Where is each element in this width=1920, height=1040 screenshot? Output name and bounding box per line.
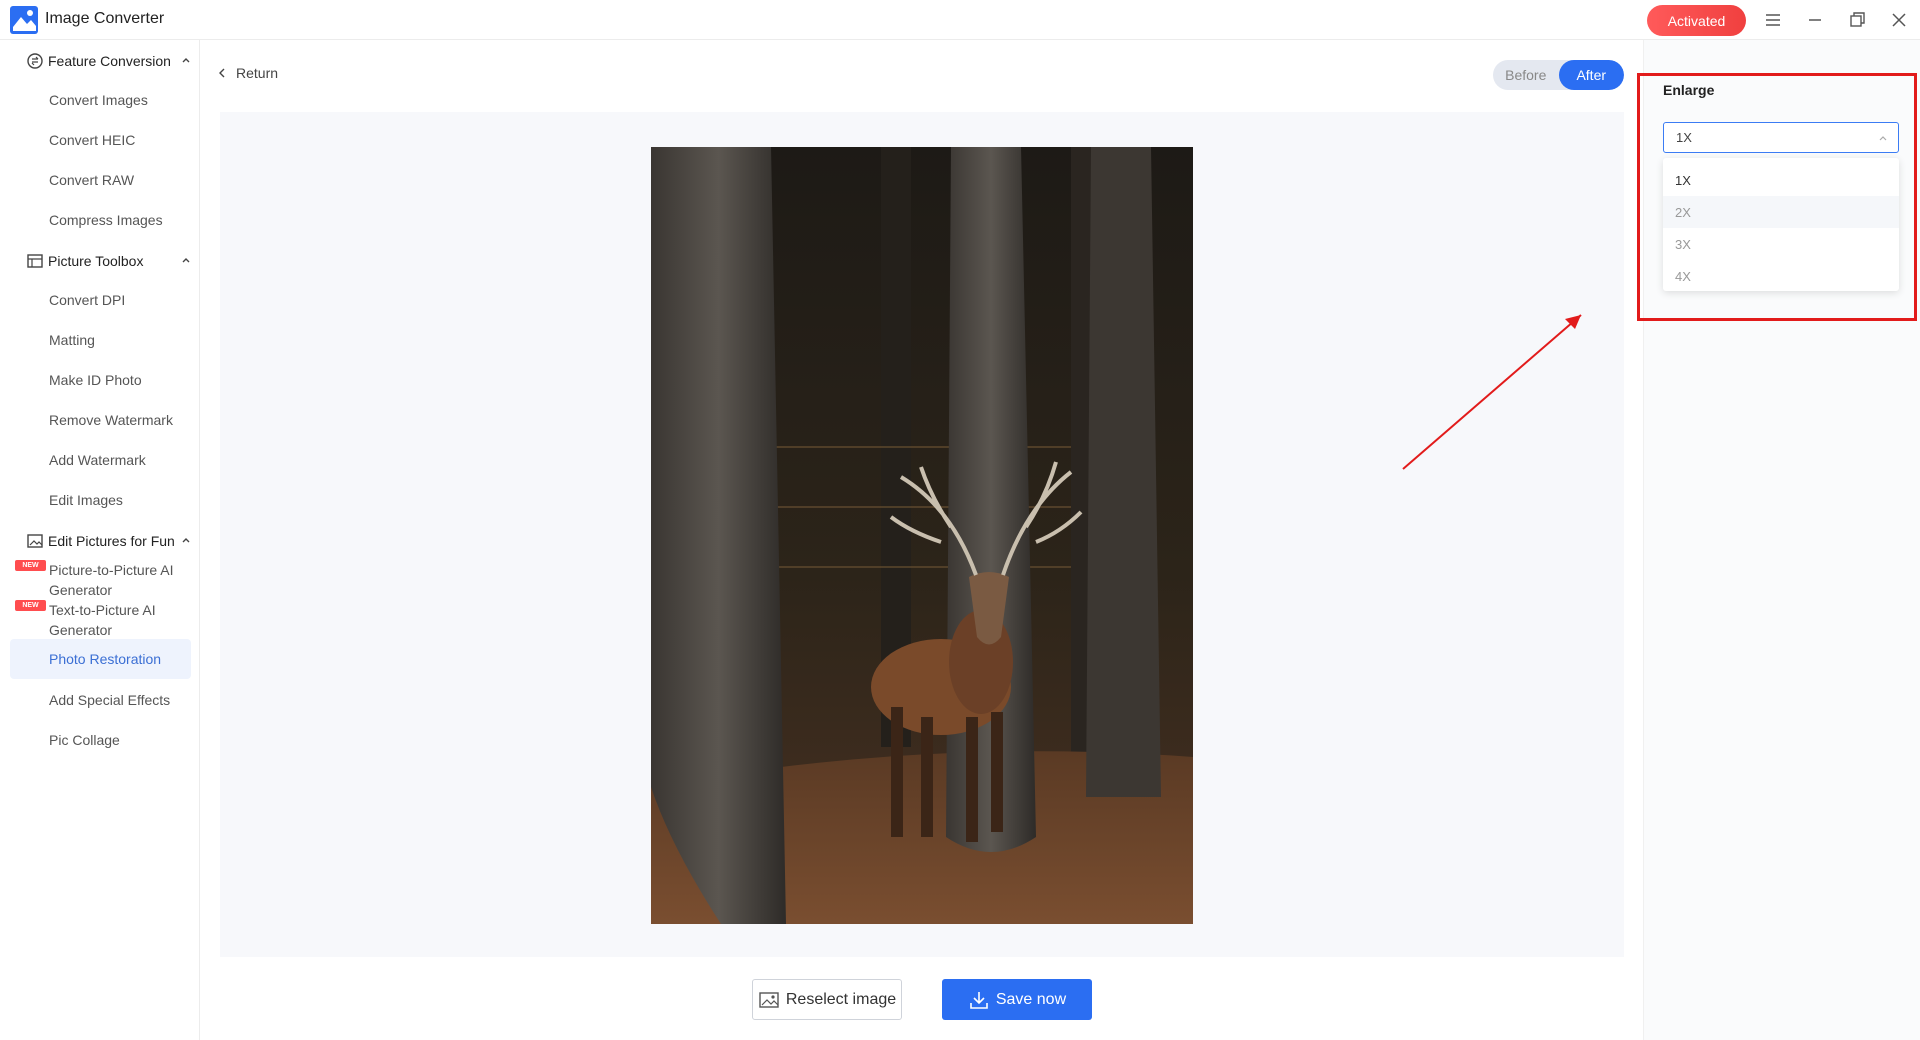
enlarge-option-1x[interactable]: 1X — [1663, 164, 1899, 196]
group-label: Edit Pictures for Fun — [48, 533, 175, 549]
enlarge-option-2x[interactable]: 2X — [1663, 196, 1899, 228]
save-now-button[interactable]: Save now — [942, 979, 1092, 1020]
sidebar-item-pic-collage[interactable]: Pic Collage — [49, 730, 189, 750]
group-picture-toolbox[interactable]: Picture Toolbox — [26, 250, 192, 272]
group-edit-pictures-for-fun[interactable]: Edit Pictures for Fun — [26, 530, 192, 552]
new-badge: NEW — [15, 560, 46, 571]
sidebar-item-text-to-picture-ai[interactable]: Text-to-Picture AI Generator — [49, 600, 189, 640]
restore-icon[interactable] — [1846, 9, 1868, 31]
sidebar-item-compress-images[interactable]: Compress Images — [49, 210, 189, 230]
chevron-up-icon — [182, 538, 190, 543]
reselect-label: Reselect image — [785, 990, 897, 1008]
group-label: Feature Conversion — [48, 53, 171, 69]
close-icon[interactable] — [1888, 9, 1910, 31]
group-label: Picture Toolbox — [48, 253, 144, 269]
app-title: Image Converter — [45, 10, 165, 27]
menu-icon[interactable] — [1762, 9, 1784, 31]
preview-image — [651, 147, 1193, 924]
chevron-up-icon — [182, 258, 190, 263]
app-window: Image Converter Activated Feature Conver… — [0, 0, 1920, 1040]
feature-conversion-icon — [27, 53, 43, 69]
sidebar-item-convert-dpi[interactable]: Convert DPI — [49, 290, 189, 310]
picture-toolbox-icon — [27, 254, 43, 268]
sidebar: Feature Conversion Convert Images Conver… — [0, 40, 200, 1040]
sidebar-item-edit-images[interactable]: Edit Images — [49, 490, 189, 510]
toggle-before[interactable]: Before — [1493, 60, 1559, 90]
before-after-toggle: Before After — [1493, 60, 1624, 90]
sidebar-item-add-watermark[interactable]: Add Watermark — [49, 450, 189, 470]
save-label: Save now — [995, 990, 1067, 1008]
title-bar: Image Converter Activated — [0, 0, 1920, 40]
app-logo-icon — [10, 6, 38, 34]
enlarge-select[interactable]: 1X — [1663, 122, 1899, 153]
group-feature-conversion[interactable]: Feature Conversion — [26, 50, 192, 72]
sidebar-item-picture-to-picture-ai[interactable]: Picture-to-Picture AI Generator — [49, 560, 189, 600]
sidebar-item-make-id-photo[interactable]: Make ID Photo — [49, 370, 189, 390]
enlarge-option-3x[interactable]: 3X — [1663, 228, 1899, 260]
toggle-after[interactable]: After — [1558, 60, 1624, 90]
download-icon — [970, 991, 988, 1009]
return-label: Return — [236, 65, 279, 81]
enlarge-option-4x[interactable]: 4X — [1663, 260, 1899, 292]
chevron-up-icon — [1879, 136, 1887, 141]
reselect-image-button[interactable]: Reselect image — [752, 979, 902, 1020]
image-icon — [759, 991, 779, 1008]
sidebar-item-convert-raw[interactable]: Convert RAW — [49, 170, 189, 190]
sidebar-item-remove-watermark[interactable]: Remove Watermark — [49, 410, 189, 430]
chevron-left-icon — [219, 68, 225, 78]
enlarge-dropdown: 1X 2X 3X 4X — [1663, 158, 1899, 291]
activated-button[interactable]: Activated — [1647, 5, 1746, 36]
edit-pictures-icon — [27, 534, 43, 548]
return-button[interactable]: Return — [216, 65, 278, 81]
sidebar-item-convert-images[interactable]: Convert Images — [49, 90, 189, 110]
enlarge-selected-value: 1X — [1676, 130, 1692, 145]
chevron-up-icon — [182, 58, 190, 63]
sidebar-item-convert-heic[interactable]: Convert HEIC — [49, 130, 189, 150]
minimize-icon[interactable] — [1804, 9, 1826, 31]
sidebar-item-matting[interactable]: Matting — [49, 330, 189, 350]
sidebar-item-add-special-effects[interactable]: Add Special Effects — [49, 690, 189, 710]
sidebar-item-photo-restoration[interactable]: Photo Restoration — [10, 639, 191, 679]
enlarge-label: Enlarge — [1663, 82, 1715, 98]
new-badge: NEW — [15, 600, 46, 611]
